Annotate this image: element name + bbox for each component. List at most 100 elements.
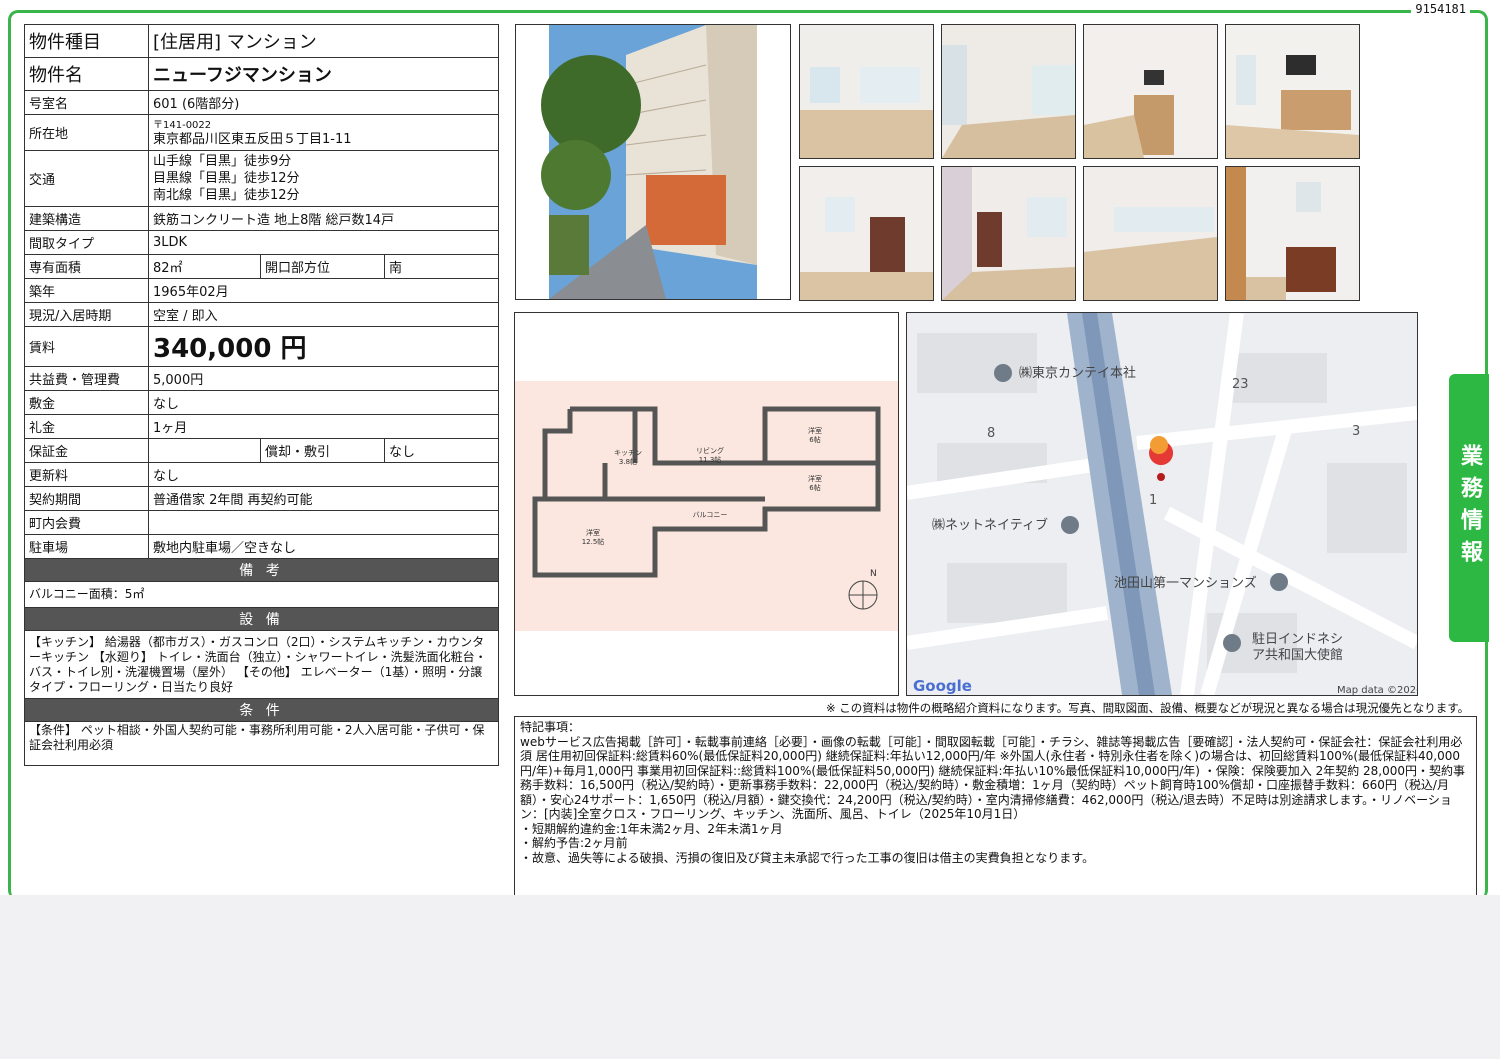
room-living: リビング — [696, 446, 724, 455]
special-notes-line: ・解約予告:2ヶ月前 — [520, 836, 628, 850]
value-fee: 5,000円 — [148, 366, 499, 391]
floor-plan: キッチン 3.8帖 リビング 11.3帖 洋室 6帖 洋室 6帖 洋室 12.5… — [514, 312, 899, 696]
value-layout: 3LDK — [148, 230, 499, 255]
map-label: 駐日インドネシ — [1252, 632, 1343, 647]
disclaimer: ※ この資料は物件の概略紹介資料になります。写真、間取図面、設備、概要などが現況… — [826, 701, 1470, 715]
interior-photo — [1083, 24, 1218, 159]
label-renewal: 更新料 — [24, 462, 149, 487]
label-fee: 共益費・管理費 — [24, 366, 149, 391]
remarks-header: 備 考 — [24, 558, 499, 582]
value-structure: 鉄筋コンクリート造 地上8階 総戸数14戸 — [148, 206, 499, 231]
svg-text:6帖: 6帖 — [809, 435, 820, 444]
svg-text:ア共和国大使館: ア共和国大使館 — [1252, 647, 1343, 663]
label-term: 契約期間 — [24, 486, 149, 511]
building-photo — [515, 24, 791, 300]
interior-photo — [941, 24, 1076, 159]
label-amortization: 償却・敷引 — [260, 438, 385, 463]
label-direction: 開口部方位 — [260, 254, 385, 279]
value-direction: 南 — [384, 254, 499, 279]
special-notes: 特記事項： webサービス広告掲載［許可］・転載事前連絡［必要］・画像の転載［可… — [514, 716, 1477, 900]
svg-text:3.8帖: 3.8帖 — [619, 457, 637, 466]
business-info-tab[interactable]: 業務情報 — [1449, 374, 1489, 642]
value-amortization: なし — [384, 438, 499, 463]
label-deposit: 敷金 — [24, 390, 149, 415]
value-rent: 340,000 円 — [148, 326, 499, 367]
access-line: 南北線「目黒」徒歩12分 — [153, 188, 300, 203]
value-name: ニューフジマンション — [148, 57, 499, 91]
map-label: ㈱東京カンテイ本社 — [1019, 365, 1136, 381]
label-structure: 建築構造 — [24, 206, 149, 231]
label-area: 専有面積 — [24, 254, 149, 279]
label-name: 物件名 — [24, 57, 149, 91]
map-label: ㈱ネットネイティブ — [932, 517, 1048, 533]
label-layout: 間取タイプ — [24, 230, 149, 255]
restaurant-icon — [1150, 436, 1168, 454]
value-status: 空室 / 即入 — [148, 302, 499, 327]
north-label: N — [870, 569, 877, 579]
room-western-3: 洋室 — [586, 528, 600, 537]
map-number: 23 — [1232, 377, 1249, 392]
blurred-footer — [0, 895, 1500, 1059]
room-western-2: 洋室 — [808, 474, 822, 483]
location-map[interactable]: ㈱東京カンテイ本社 ㈱ネットネイティブ 池田山第一マンションズ 駐日インドネシ … — [906, 312, 1418, 696]
interior-photo — [1225, 166, 1360, 301]
remarks-text: バルコニー面積：5㎡ — [24, 581, 499, 608]
map-credit: Map data ©2026 — [1337, 685, 1417, 695]
special-notes-title: 特記事項： — [520, 720, 581, 734]
document-id: 9154181 — [1411, 0, 1470, 18]
value-address: 東京都品川区東五反田５丁目1-11 — [153, 131, 352, 147]
label-rent: 賃料 — [24, 326, 149, 367]
label-room: 号室名 — [24, 90, 149, 115]
map-label: 池田山第一マンションズ — [1114, 575, 1257, 591]
poi-icon — [1061, 516, 1079, 534]
room-kitchen: キッチン — [614, 449, 642, 457]
label-address: 所在地 — [24, 114, 149, 151]
svg-text:6帖: 6帖 — [809, 483, 820, 492]
interior-photo — [1225, 24, 1360, 159]
poi-icon — [1270, 573, 1288, 591]
equipment-header: 設 備 — [24, 607, 499, 631]
value-area: 82㎡ — [148, 254, 261, 279]
conditions-header: 条 件 — [24, 698, 499, 722]
value-room: 601 (6階部分) — [148, 90, 499, 115]
room-western-1: 洋室 — [808, 426, 822, 435]
label-status: 現況/入居時期 — [24, 302, 149, 327]
label-access: 交通 — [24, 150, 149, 207]
conditions-text: 【条件】 ペット相談・外国人契約可能・事務所利用可能・2人入居可能・子供可・保証… — [24, 721, 499, 766]
balcony-label: バルコニー — [693, 511, 728, 519]
value-built: 1965年02月 — [148, 278, 499, 303]
value-deposit: なし — [148, 390, 499, 415]
special-notes-line: ・短期解約違約金:1年未満2ヶ月、2年未満1ヶ月 — [520, 821, 783, 836]
property-table: 物件種目 [住居用] マンション 物件名 ニューフジマンション 号室名 601 … — [24, 24, 499, 766]
google-logo: Google — [913, 677, 972, 695]
map-number: 3 — [1352, 424, 1360, 439]
access-line: 山手線「目黒」徒歩9分 — [153, 154, 292, 169]
value-guarantee — [148, 438, 261, 463]
interior-photo — [799, 24, 934, 159]
interior-photo — [1083, 166, 1218, 301]
interior-photo — [941, 166, 1076, 301]
interior-photo — [799, 166, 934, 301]
map-number: 1 — [1149, 493, 1157, 508]
label-built: 築年 — [24, 278, 149, 303]
poi-icon — [1223, 634, 1241, 652]
special-notes-line: ・故意、過失等による破損、汚損の復旧及び貸主未承認で行った工事の復旧は借主の実費… — [520, 850, 1095, 865]
label-guarantee: 保証金 — [24, 438, 149, 463]
value-community-fee — [148, 510, 499, 535]
label-community-fee: 町内会費 — [24, 510, 149, 535]
value-renewal: なし — [148, 462, 499, 487]
label-parking: 駐車場 — [24, 534, 149, 559]
svg-text:12.5帖: 12.5帖 — [582, 537, 605, 546]
postal-code: 〒141-0022 — [153, 119, 212, 131]
svg-text:11.3帖: 11.3帖 — [699, 455, 722, 464]
access-line: 目黒線「目黒」徒歩12分 — [153, 171, 300, 186]
equipment-text: 【キッチン】 給湯器（都市ガス）・ガスコンロ（2口）・システムキッチン・カウンタ… — [24, 630, 499, 699]
label-key-money: 礼金 — [24, 414, 149, 439]
label-type: 物件種目 — [24, 24, 149, 58]
value-parking: 敷地内駐車場／空きなし — [148, 534, 499, 559]
special-notes-line: webサービス広告掲載［許可］・転載事前連絡［必要］・画像の転載［可能］・間取図… — [520, 734, 1466, 822]
map-number: 8 — [987, 426, 995, 441]
value-key-money: 1ヶ月 — [148, 414, 499, 439]
poi-icon — [994, 364, 1012, 382]
value-type: [住居用] マンション — [148, 24, 499, 58]
